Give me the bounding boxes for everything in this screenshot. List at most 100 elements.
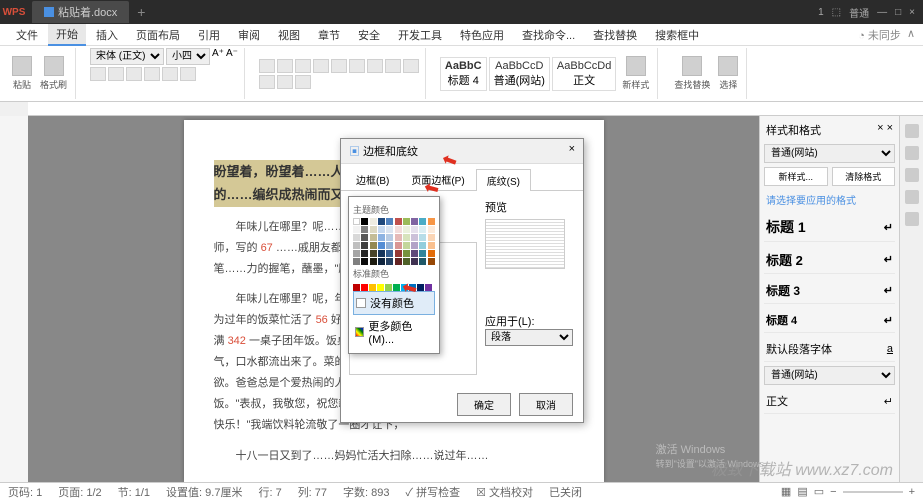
font-name-select[interactable]: 宋体 (正文) <box>90 48 164 65</box>
paragraph-3[interactable]: 十八一日又到了……妈妈忙活大扫除……说过年…… <box>214 446 574 467</box>
right-sidebar <box>899 116 923 482</box>
style-body[interactable]: 正文↵ <box>764 389 895 414</box>
style-item-2[interactable]: AaBbCcDd正文 <box>552 57 616 91</box>
view-web[interactable]: ▭ <box>814 485 824 498</box>
status-pages: 页面: 1/2 <box>58 484 101 500</box>
maximize-button[interactable]: □ <box>895 7 901 18</box>
font-shrink[interactable]: A⁻ <box>226 48 238 65</box>
current-style-select[interactable]: 普通(网站) <box>764 144 895 163</box>
status-chars: 字数: 893 <box>343 484 389 500</box>
style-default-font[interactable]: 默认段落字体a <box>764 337 895 362</box>
doc-name: 粘贴着.docx <box>58 4 117 20</box>
align-center[interactable] <box>349 59 365 73</box>
zoom-slider[interactable] <box>843 491 903 493</box>
menu-collapse[interactable]: ∧ <box>907 27 915 43</box>
cancel-button[interactable]: 取消 <box>519 393 573 416</box>
titlebar-icon[interactable]: ⬚ <box>832 7 841 18</box>
minimize-button[interactable]: — <box>877 7 887 18</box>
style-heading-3[interactable]: 标题 3↵ <box>764 278 895 304</box>
style-item-1[interactable]: AaBbCcD普通(网站) <box>489 57 550 91</box>
left-gutter <box>0 116 28 482</box>
menu-sync[interactable]: ◔ 未同步 <box>858 27 901 43</box>
style-heading-1[interactable]: 标题 1↵ <box>764 213 895 242</box>
line-spacing[interactable] <box>403 59 419 73</box>
style-heading-2[interactable]: 标题 2↵ <box>764 246 895 274</box>
tab-shading[interactable]: 底纹(S) <box>476 169 531 191</box>
zoom-in[interactable]: + <box>909 486 915 498</box>
panel-close[interactable]: × × <box>877 122 893 138</box>
sort-button[interactable] <box>295 75 311 89</box>
borders-button[interactable] <box>277 75 293 89</box>
font-color-button[interactable] <box>180 67 196 81</box>
more-colors-option[interactable]: 更多颜色(M)... <box>353 315 435 349</box>
indent-right[interactable] <box>313 59 329 73</box>
highlight-button[interactable] <box>162 67 178 81</box>
menu-view[interactable]: 视图 <box>270 25 308 45</box>
titlebar-badge[interactable]: 1 <box>818 7 824 18</box>
menu-security[interactable]: 安全 <box>350 25 388 45</box>
align-left[interactable] <box>331 59 347 73</box>
strike-button[interactable] <box>144 67 160 81</box>
ok-button[interactable]: 确定 <box>457 393 511 416</box>
select-button[interactable]: 选择 <box>716 54 740 93</box>
menu-home[interactable]: 开始 <box>48 24 86 46</box>
close-button[interactable]: × <box>909 7 915 18</box>
menu-review[interactable]: 审阅 <box>230 25 268 45</box>
sidebar-icon-3[interactable] <box>905 168 919 182</box>
tab-page-border[interactable]: 页面边框(P) <box>400 168 475 190</box>
indent-left[interactable] <box>295 59 311 73</box>
ribbon: 粘贴 格式刷 宋体 (正文) 小四 A⁺ A⁻ AaBbC标题 4 <box>0 46 923 102</box>
sidebar-icon-4[interactable] <box>905 190 919 204</box>
style-item-0[interactable]: AaBbC标题 4 <box>440 57 487 91</box>
dialog-close[interactable]: × <box>569 143 575 159</box>
clear-format-btn[interactable]: 清除格式 <box>832 167 896 186</box>
menu-find-replace[interactable]: 查找替换 <box>585 25 645 45</box>
font-grow[interactable]: A⁺ <box>212 48 224 65</box>
bold-button[interactable] <box>90 67 106 81</box>
menu-insert[interactable]: 插入 <box>88 25 126 45</box>
menu-section[interactable]: 章节 <box>310 25 348 45</box>
new-style-btn[interactable]: 新样式... <box>764 167 828 186</box>
normal-web-select[interactable]: 普通(网站) <box>764 366 895 385</box>
sidebar-icon-5[interactable] <box>905 212 919 226</box>
align-justify[interactable] <box>385 59 401 73</box>
font-size-select[interactable]: 小四 <box>166 48 210 65</box>
user-label[interactable]: 普通 <box>849 5 869 20</box>
find-replace-button[interactable]: 查找替换 <box>672 54 712 93</box>
dialog-tabs: 边框(B) 页面边框(P) 底纹(S) <box>341 164 583 191</box>
apply-to-select[interactable]: 段落 <box>485 329 573 346</box>
menu-references[interactable]: 引用 <box>190 25 228 45</box>
document-tab[interactable]: 粘贴着.docx <box>32 1 129 23</box>
status-col: 列: 77 <box>298 484 327 500</box>
shading-button[interactable] <box>259 75 275 89</box>
numbering-button[interactable] <box>277 59 293 73</box>
menu-special[interactable]: 特色应用 <box>452 25 512 45</box>
menu-file[interactable]: 文件 <box>8 25 46 45</box>
style-heading-4[interactable]: 标题 4↵ <box>764 308 895 333</box>
watermark: 极致下载站 www.xz7.com <box>711 456 893 480</box>
new-tab-button[interactable]: + <box>137 4 145 20</box>
menu-layout[interactable]: 页面布局 <box>128 25 188 45</box>
preview-label: 预览 <box>485 199 575 215</box>
zoom-out[interactable]: − <box>830 486 836 498</box>
bullets-button[interactable] <box>259 59 275 73</box>
view-outline[interactable]: ▤ <box>797 485 807 498</box>
underline-button[interactable] <box>126 67 142 81</box>
doc-icon <box>44 7 54 17</box>
align-right[interactable] <box>367 59 383 73</box>
new-style-button[interactable]: 新样式 <box>620 54 651 93</box>
sidebar-icon-1[interactable] <box>905 124 919 138</box>
tab-borders[interactable]: 边框(B) <box>345 168 400 190</box>
style-gallery[interactable]: AaBbC标题 4 AaBbCcD普通(网站) AaBbCcDd正文 <box>440 57 616 91</box>
menu-search[interactable]: 搜索框中 <box>647 25 707 45</box>
sidebar-icon-2[interactable] <box>905 146 919 160</box>
menu-devtools[interactable]: 开发工具 <box>390 25 450 45</box>
standard-color-row[interactable] <box>353 284 435 291</box>
menu-find-cmd[interactable]: 查找命令... <box>514 25 583 45</box>
italic-button[interactable] <box>108 67 124 81</box>
format-painter[interactable]: 格式刷 <box>38 54 69 93</box>
no-color-option[interactable]: 没有颜色 <box>353 291 435 315</box>
view-print-layout[interactable]: ▦ <box>781 485 791 498</box>
theme-color-grid[interactable] <box>353 218 435 265</box>
paste-button[interactable]: 粘贴 <box>10 54 34 93</box>
